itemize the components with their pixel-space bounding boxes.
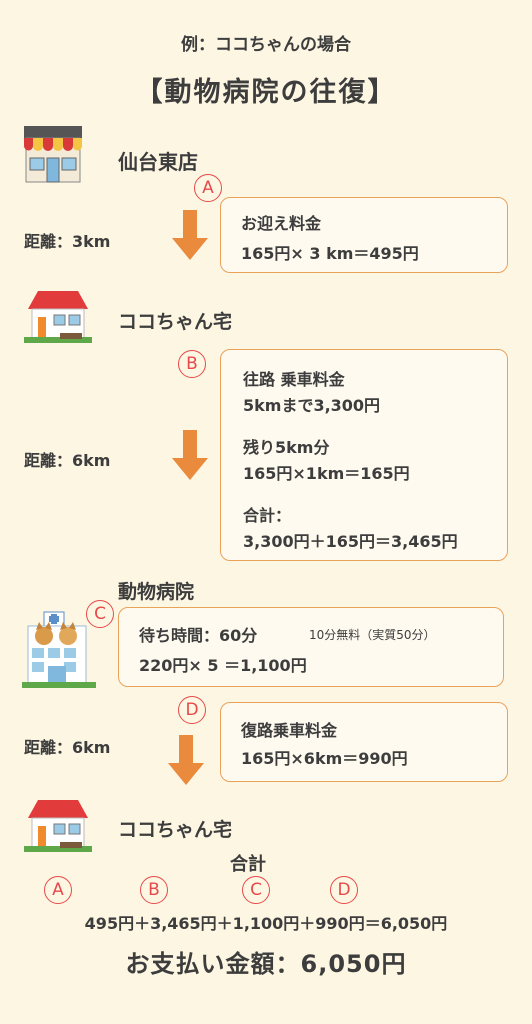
arrow-down-icon <box>172 210 208 260</box>
waiting-fee-calc: 220円× 5 ＝1,100円 <box>139 656 307 675</box>
pickup-fee-calc: 165円× 3 km＝495円 <box>241 244 419 263</box>
arrow-down-icon <box>168 735 204 785</box>
house-icon <box>24 291 92 343</box>
shop-icon <box>24 126 82 183</box>
stop-home2-label: ココちゃん宅 <box>118 819 233 841</box>
marker-d: D <box>178 696 206 724</box>
distance-1: 距離：3km <box>24 232 111 251</box>
marker-c-total: C <box>242 876 270 904</box>
page-title: 【動物病院の往復】 <box>135 77 397 108</box>
hospital-icon <box>22 611 96 688</box>
payment-amount: お支払い金額：6,050円 <box>125 950 407 978</box>
outbound-fare-sum-calc: 3,300円＋165円＝3,465円 <box>243 532 458 551</box>
marker-b: B <box>178 350 206 378</box>
distance-2: 距離：6km <box>24 451 111 470</box>
return-fare-calc: 165円×6km＝990円 <box>241 749 408 768</box>
waiting-time-note: 10分無料（実質50分） <box>309 628 436 642</box>
outbound-fare-sum-label: 合計： <box>243 506 292 525</box>
outbound-fare-rest-calc: 165円×1km＝165円 <box>243 464 410 483</box>
box-return-fare: 復路乗車料金 165円×6km＝990円 <box>220 702 508 782</box>
box-outbound-fare: 往路 乗車料金 5kmまで3,300円 残り5km分 165円×1km＝165円… <box>220 349 508 561</box>
waiting-time-label: 待ち時間：60分 <box>139 626 258 645</box>
total-label: 合計 <box>230 854 266 875</box>
arrow-down-icon <box>172 430 208 480</box>
stop-shop-label: 仙台東店 <box>118 150 198 174</box>
total-formula: 495円＋3,465円＋1,100円＋990円＝6,050円 <box>84 914 448 933</box>
marker-a: A <box>194 174 222 202</box>
marker-b-total: B <box>140 876 168 904</box>
box-pickup-fee: お迎え料金 165円× 3 km＝495円 <box>220 197 508 273</box>
marker-d-total: D <box>330 876 358 904</box>
stop-hospital-label: 動物病院 <box>118 581 195 603</box>
example-caption: 例：ココちゃんの場合 <box>181 35 351 55</box>
outbound-fare-rest-label: 残り5km分 <box>243 438 330 457</box>
box-waiting-fee: 待ち時間：60分 10分無料（実質50分） 220円× 5 ＝1,100円 <box>118 607 504 687</box>
return-fare-label: 復路乗車料金 <box>241 721 338 740</box>
marker-a-total: A <box>44 876 72 904</box>
outbound-fare-label: 往路 乗車料金 <box>243 370 345 389</box>
house-icon <box>24 800 92 852</box>
marker-c: C <box>86 600 114 628</box>
outbound-fare-base: 5kmまで3,300円 <box>243 396 381 415</box>
pickup-fee-label: お迎え料金 <box>241 214 322 233</box>
stop-home1-label: ココちゃん宅 <box>118 311 233 333</box>
distance-3: 距離：6km <box>24 738 111 757</box>
